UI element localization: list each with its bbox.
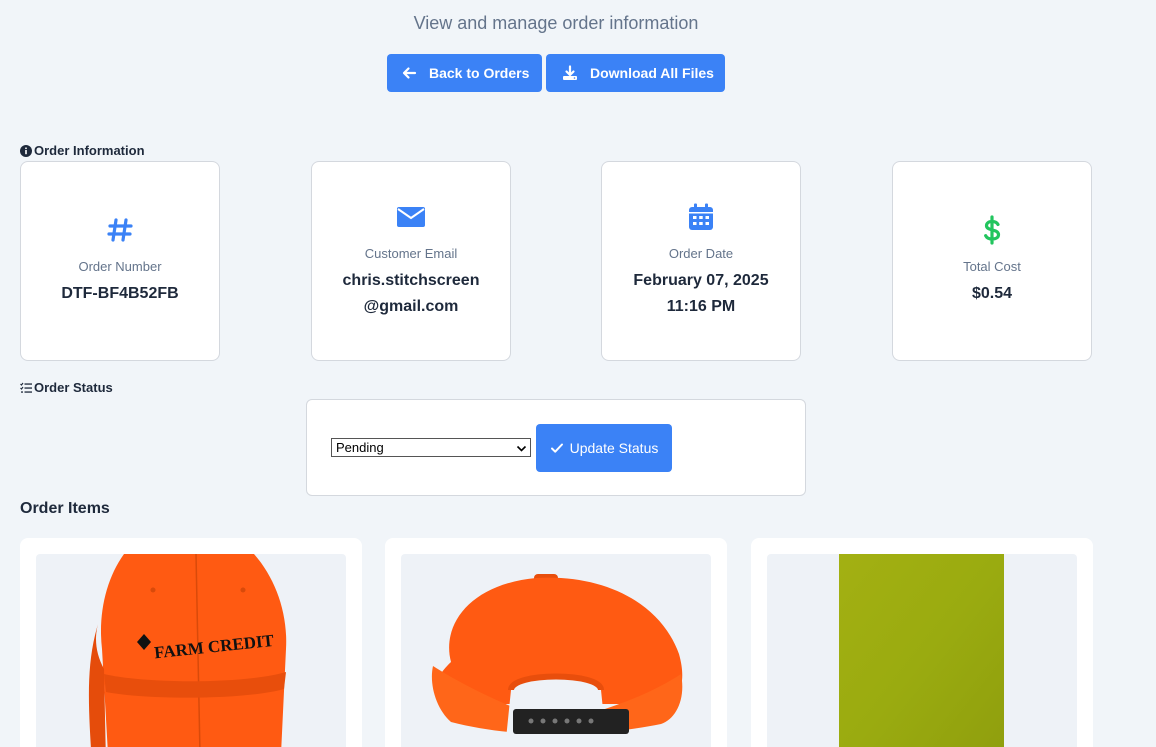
order-number-value: DTF-BF4B52FB	[61, 285, 179, 302]
order-information-heading: Order Information	[20, 143, 145, 158]
order-item-card: FARM CREDIT	[20, 538, 362, 747]
total-cost-card: Total Cost $0.54	[892, 161, 1092, 361]
update-status-label: Update Status	[569, 440, 659, 456]
update-status-button[interactable]: Update Status	[536, 424, 672, 472]
status-select-value: Pending	[336, 440, 384, 455]
order-date-date: February 07, 2025	[633, 272, 769, 289]
arrow-left-icon	[401, 65, 417, 81]
order-information-title: Order Information	[34, 143, 145, 158]
customer-email-card: Customer Email chris.stitchscreen @gmail…	[311, 161, 511, 361]
download-all-files-label: Download All Files	[590, 65, 714, 81]
status-select[interactable]: Pending	[331, 438, 531, 457]
action-bar: Back to Orders Download All Files	[387, 54, 725, 92]
customer-email-value: chris.stitchscreen @gmail.com	[343, 268, 480, 320]
order-date-label: Order Date	[668, 246, 734, 261]
order-item-card	[751, 538, 1093, 747]
order-number-label: Order Number	[78, 259, 162, 274]
check-icon	[550, 441, 570, 455]
calendar-icon	[686, 202, 716, 232]
order-status-title: Order Status	[34, 380, 113, 395]
envelope-icon	[396, 202, 426, 232]
order-date-time: 11:16 PM	[666, 298, 736, 315]
order-date-card: Order Date February 07, 2025 11:16 PM	[601, 161, 801, 361]
page-subtitle: View and manage order information	[413, 13, 699, 33]
hashtag-icon	[105, 215, 135, 245]
customer-email-line2: @gmail.com	[363, 298, 459, 315]
order-items-title: Order Items	[20, 500, 110, 517]
checklist-icon	[20, 382, 32, 394]
green-fabric-image[interactable]	[767, 554, 1077, 747]
order-status-panel: Pending Update Status	[306, 399, 806, 496]
dollar-icon	[977, 215, 1007, 245]
back-to-orders-label: Back to Orders	[429, 65, 530, 81]
chevron-down-icon	[516, 442, 527, 453]
order-number-card: Order Number DTF-BF4B52FB	[20, 161, 220, 361]
download-icon	[562, 65, 578, 81]
total-cost-label: Total Cost	[963, 259, 1021, 274]
order-item-card	[385, 538, 727, 747]
download-all-files-button[interactable]: Download All Files	[546, 54, 725, 92]
back-to-orders-button[interactable]: Back to Orders	[387, 54, 542, 92]
customer-email-label: Customer Email	[364, 246, 458, 261]
order-status-heading: Order Status	[20, 380, 113, 395]
info-circle-icon	[20, 144, 32, 157]
orange-cap-back-image[interactable]	[401, 554, 711, 747]
order-date-value: February 07, 2025 11:16 PM	[633, 268, 768, 320]
total-cost-value: $0.54	[971, 285, 1013, 302]
customer-email-line1: chris.stitchscreen	[342, 272, 480, 289]
orange-cap-front-image[interactable]: FARM CREDIT	[36, 554, 346, 747]
